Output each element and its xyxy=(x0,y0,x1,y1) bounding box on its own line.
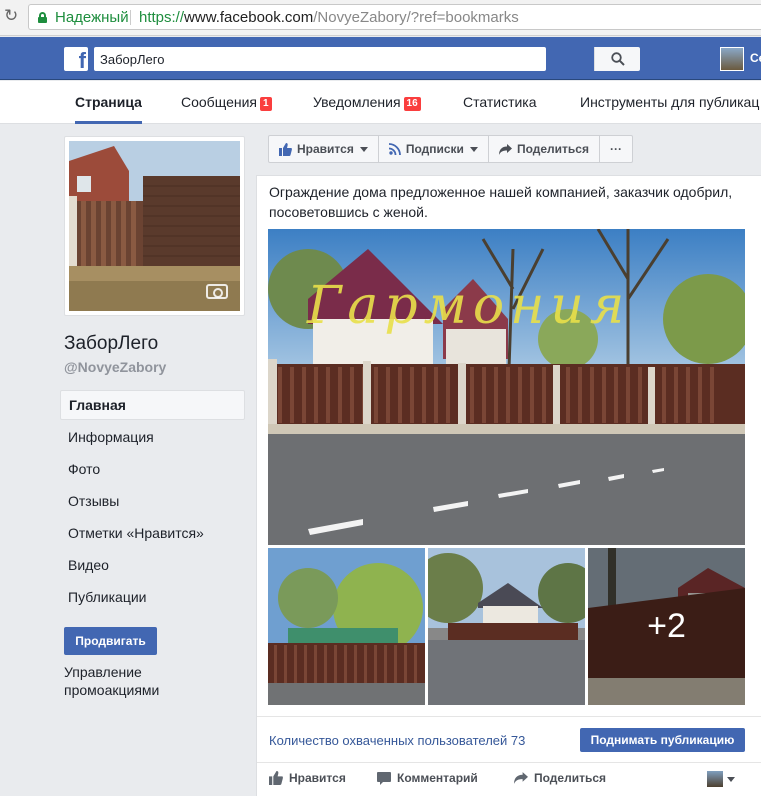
page-tabs: Страница Сообщения 1 Уведомления 16 Статис… xyxy=(0,81,761,124)
url-path: /NovyeZabory/?ref=bookmarks xyxy=(313,9,519,26)
url-host: www.facebook.com xyxy=(184,9,314,26)
thumbs-up-icon xyxy=(269,771,283,785)
facebook-logo-icon[interactable]: f xyxy=(64,47,88,71)
user-name[interactable]: Се xyxy=(750,51,761,65)
more-photos-count[interactable]: +2 xyxy=(588,548,745,705)
user-avatar[interactable] xyxy=(720,47,744,71)
post-text: Ограждение дома предложенное нашей компа… xyxy=(269,184,733,220)
like-post-button[interactable]: Нравится xyxy=(269,771,346,785)
post-card: Ограждение дома предложенное нашей компа… xyxy=(256,175,761,796)
promote-button[interactable]: Продвигать xyxy=(64,627,157,655)
tab-notifications[interactable]: Уведомления 16 xyxy=(313,81,421,124)
search-button[interactable] xyxy=(594,47,640,71)
post-photo-thumb-3[interactable]: +2 xyxy=(588,548,745,705)
divider xyxy=(257,762,761,763)
share-arrow-icon xyxy=(514,772,528,784)
post-as-avatar[interactable] xyxy=(707,771,723,787)
more-options-button[interactable]: ··· xyxy=(598,135,633,163)
comment-button[interactable]: Комментарий xyxy=(377,771,478,785)
nav-item-info[interactable]: Информация xyxy=(60,422,245,454)
notifications-badge: 16 xyxy=(403,97,421,111)
page-title: ЗаборЛего xyxy=(64,333,159,354)
secure-label: Надежный xyxy=(55,9,129,26)
facebook-top-bar: f xyxy=(0,37,761,80)
chevron-down-icon xyxy=(359,146,368,152)
tab-label: Уведомления xyxy=(313,94,401,110)
nav-item-photos[interactable]: Фото xyxy=(60,454,245,486)
like-page-label: Нравится xyxy=(297,142,354,156)
rss-icon xyxy=(388,143,401,155)
nav-item-reviews[interactable]: Отзывы xyxy=(60,486,245,518)
post-photo-thumb-2[interactable] xyxy=(428,548,585,705)
share-page-button[interactable]: Поделиться xyxy=(487,135,600,163)
messages-badge: 1 xyxy=(259,97,272,111)
nav-item-posts[interactable]: Публикации xyxy=(60,582,245,614)
boost-post-button[interactable]: Поднимать публикацию xyxy=(580,728,745,752)
chevron-down-icon xyxy=(469,146,478,152)
nav-item-likes[interactable]: Отметки «Нравится» xyxy=(60,518,245,550)
like-page-button[interactable]: Нравится xyxy=(268,135,379,163)
share-page-label: Поделиться xyxy=(516,142,589,156)
url-separator xyxy=(130,10,131,25)
tab-label: Страница xyxy=(75,94,142,110)
more-icon: ··· xyxy=(609,142,622,156)
search-box xyxy=(94,47,640,71)
page-handle[interactable]: @NovyeZabory xyxy=(64,359,166,375)
nav-item-videos[interactable]: Видео xyxy=(60,550,245,582)
share-post-label: Поделиться xyxy=(534,771,607,785)
follow-label: Подписки xyxy=(405,142,464,156)
comment-label: Комментарий xyxy=(397,771,478,785)
chevron-down-icon[interactable] xyxy=(727,777,735,782)
url-scheme: https:// xyxy=(139,9,185,26)
tab-page[interactable]: Страница xyxy=(75,81,142,124)
search-icon xyxy=(611,52,625,66)
post-photo-thumb-1[interactable] xyxy=(268,548,425,705)
page-nav: Главная Информация Фото Отзывы Отметки «… xyxy=(60,390,245,614)
lock-icon xyxy=(38,12,47,23)
url-field[interactable]: Надежный https://www.facebook.com/NovyeZ… xyxy=(28,4,761,30)
manage-promotions-link[interactable]: Управление промоакциями xyxy=(64,663,204,699)
follow-button[interactable]: Подписки xyxy=(377,135,489,163)
search-input[interactable] xyxy=(94,47,498,71)
divider xyxy=(257,716,761,717)
tab-statistics[interactable]: Статистика xyxy=(463,81,537,124)
reload-icon[interactable]: ↻ xyxy=(4,7,22,25)
comment-icon xyxy=(377,771,391,785)
share-post-button[interactable]: Поделиться xyxy=(514,771,606,785)
tab-publishing-tools[interactable]: Инструменты для публикац xyxy=(580,81,759,124)
url-text[interactable]: https://www.facebook.com/NovyeZabory/?re… xyxy=(139,9,519,26)
camera-icon[interactable] xyxy=(206,284,228,299)
tab-label: Сообщения xyxy=(181,94,257,110)
browser-address-bar: ↻ Надежный https://www.facebook.com/Novy… xyxy=(0,0,761,36)
reach-link[interactable]: Количество охваченных пользователей 73 xyxy=(269,733,525,748)
nav-item-home[interactable]: Главная xyxy=(60,390,245,420)
page-action-bar: Нравится Подписки Поделиться ··· xyxy=(268,135,633,163)
tab-messages[interactable]: Сообщения 1 xyxy=(181,81,272,124)
tab-label: Статистика xyxy=(463,94,537,110)
like-post-label: Нравится xyxy=(289,771,346,785)
share-arrow-icon xyxy=(498,143,512,155)
photo-watermark: Гармония xyxy=(307,276,631,336)
tab-label: Инструменты для публикац xyxy=(580,94,760,110)
thumbs-up-icon xyxy=(279,142,292,156)
